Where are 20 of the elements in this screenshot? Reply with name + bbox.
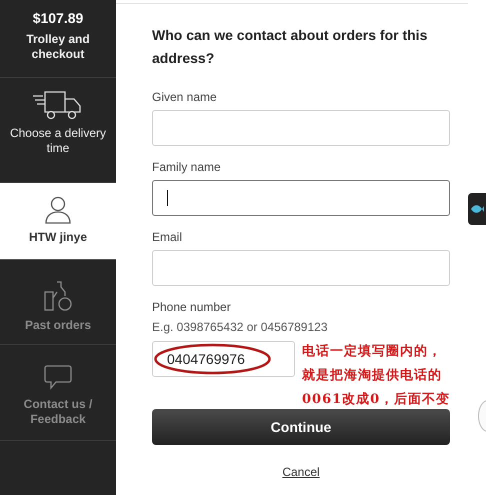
side-widget[interactable] xyxy=(468,193,486,225)
form-heading: Who can we contact about orders for this address? xyxy=(152,26,428,68)
field-hint: E.g. 0398765432 or 0456789123 xyxy=(152,320,328,334)
field-label: Phone number xyxy=(152,300,232,314)
annotation-text: 0061改成0，后面不变 xyxy=(302,390,450,409)
sidebar-item[interactable]: Choose a delivery time xyxy=(0,78,116,183)
speech-bubble-icon xyxy=(44,365,72,391)
annotation-text: 电话一定填写圈内的， xyxy=(302,342,443,361)
field-label: Family name xyxy=(152,160,222,174)
field-label: Email xyxy=(152,230,184,244)
sidebar-item[interactable]: HTW jinye xyxy=(0,183,116,260)
groceries-icon xyxy=(44,280,72,312)
annotation-text: 就是把海淘提供电话的 xyxy=(302,367,443,385)
cancel-link[interactable]: Cancel xyxy=(282,465,320,479)
trolley-total: $107.89 xyxy=(32,10,84,26)
field-label: Given name xyxy=(152,90,218,104)
fish-icon xyxy=(470,204,484,214)
input-field[interactable] xyxy=(152,180,450,216)
continue-button[interactable]: Continue xyxy=(152,409,450,445)
person-icon xyxy=(44,196,72,224)
